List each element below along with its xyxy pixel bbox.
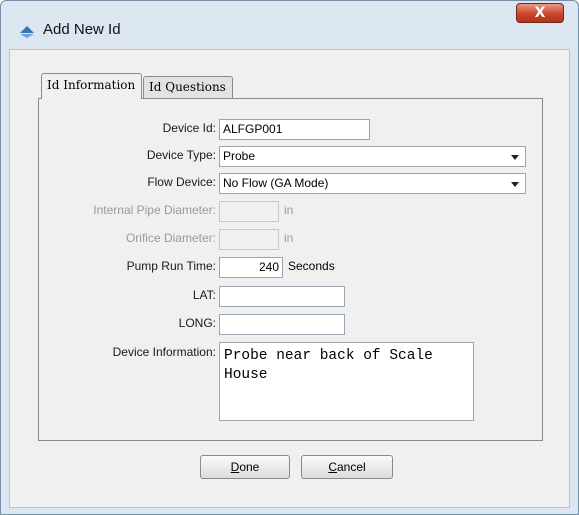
- device-type-value: Probe: [223, 149, 256, 163]
- orifice-diameter-label: Orifice Diameter:: [125, 231, 216, 245]
- device-type-select[interactable]: Probe: [219, 146, 526, 167]
- lat-label: LAT:: [192, 288, 216, 302]
- internal-pipe-diameter-unit: in: [284, 203, 294, 217]
- flow-device-label: Flow Device:: [147, 175, 216, 189]
- device-id-label: Device Id:: [162, 121, 216, 135]
- internal-pipe-diameter-label: Internal Pipe Diameter:: [93, 203, 216, 217]
- dialog-window: Add New Id X Id Information Id Questions…: [0, 0, 579, 515]
- done-button[interactable]: Done: [200, 455, 290, 479]
- orifice-diameter-unit: in: [284, 231, 294, 245]
- done-mnemonic: D: [230, 460, 240, 474]
- flow-device-select[interactable]: No Flow (GA Mode): [219, 173, 526, 194]
- chevron-down-icon: [511, 155, 519, 160]
- orifice-diameter-input[interactable]: [219, 229, 279, 250]
- flow-device-value: No Flow (GA Mode): [223, 176, 329, 190]
- cancel-mnemonic: C: [328, 460, 337, 474]
- id-information-panel: Device Id: ALFGP001 Device Type: Probe F…: [38, 98, 543, 441]
- cancel-label-rest: ancel: [336, 460, 366, 474]
- pump-run-time-unit: Seconds: [288, 259, 335, 273]
- device-information-textarea[interactable]: Probe near back of Scale House: [219, 342, 474, 421]
- device-id-input[interactable]: ALFGP001: [219, 119, 370, 140]
- long-label: LONG:: [178, 316, 216, 330]
- tab-id-information[interactable]: Id Information: [41, 73, 142, 99]
- device-type-label: Device Type:: [146, 148, 216, 162]
- window-title: Add New Id: [43, 21, 121, 38]
- internal-pipe-diameter-input[interactable]: [219, 201, 279, 222]
- lat-input[interactable]: [219, 286, 345, 307]
- pump-run-time-input[interactable]: 240: [219, 257, 283, 278]
- device-information-label: Device Information:: [112, 345, 216, 359]
- app-icon: [20, 26, 34, 38]
- chevron-down-icon: [511, 182, 519, 187]
- done-label-rest: one: [239, 460, 260, 474]
- pump-run-time-label: Pump Run Time:: [126, 259, 216, 273]
- long-input[interactable]: [219, 314, 345, 335]
- close-button[interactable]: X: [516, 3, 564, 23]
- tab-id-questions[interactable]: Id Questions: [143, 76, 233, 98]
- dialog-content: Id Information Id Questions Device Id: A…: [9, 49, 570, 508]
- cancel-button[interactable]: Cancel: [301, 455, 393, 479]
- title-bar[interactable]: Add New Id X: [1, 1, 578, 47]
